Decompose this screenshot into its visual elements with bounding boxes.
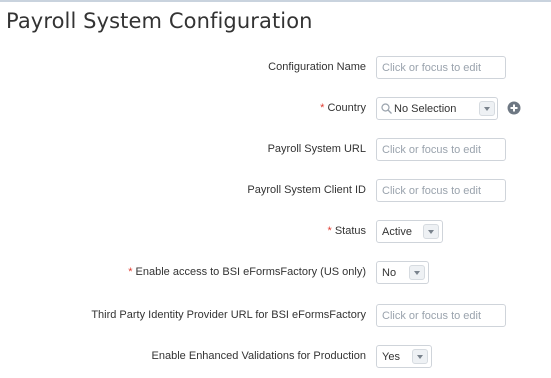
enhanced-validations-label: Enable Enhanced Validations for Producti… (151, 350, 366, 362)
row-idp-url: Third Party Identity Provider URL for BS… (0, 304, 551, 328)
country-label: * Country (320, 102, 366, 114)
status-label: * Status (327, 225, 366, 237)
required-marker: * (128, 266, 133, 278)
page-title: Payroll System Configuration (6, 9, 313, 33)
chevron-down-icon[interactable] (409, 265, 425, 280)
required-marker: * (327, 225, 332, 237)
enhanced-validations-select[interactable]: Yes (376, 345, 432, 368)
bsi-access-value: No (382, 267, 397, 279)
plus-circle-icon[interactable] (507, 101, 521, 115)
row-country: * Country No Selection (0, 97, 551, 121)
top-border (0, 0, 551, 2)
row-enhanced-validations: Enable Enhanced Validations for Producti… (0, 345, 551, 369)
country-select[interactable]: No Selection (376, 97, 498, 120)
configuration-name-label: Configuration Name (268, 61, 366, 73)
chevron-down-icon[interactable] (412, 349, 428, 364)
required-marker: * (320, 102, 325, 114)
country-value: No Selection (394, 103, 457, 115)
row-payroll-system-url: Payroll System URL Click or focus to edi… (0, 138, 551, 162)
chevron-down-icon[interactable] (479, 101, 495, 116)
chevron-down-icon[interactable] (423, 224, 439, 239)
idp-url-label: Third Party Identity Provider URL for BS… (91, 309, 366, 321)
idp-url-input[interactable]: Click or focus to edit (376, 304, 506, 327)
payroll-system-client-id-input[interactable]: Click or focus to edit (376, 179, 506, 202)
search-icon (381, 103, 392, 114)
row-bsi-access: * Enable access to BSI eFormsFactory (US… (0, 261, 551, 285)
bsi-access-select[interactable]: No (376, 261, 429, 284)
row-payroll-system-client-id: Payroll System Client ID Click or focus … (0, 179, 551, 203)
status-value: Active (382, 226, 412, 238)
row-status: * Status Active (0, 220, 551, 244)
payroll-system-url-label: Payroll System URL (267, 143, 366, 155)
payroll-system-client-id-label: Payroll System Client ID (247, 184, 366, 196)
bsi-access-label: * Enable access to BSI eFormsFactory (US… (128, 266, 366, 278)
status-select[interactable]: Active (376, 220, 443, 243)
enhanced-validations-value: Yes (382, 351, 400, 363)
payroll-system-url-input[interactable]: Click or focus to edit (376, 138, 506, 161)
row-configuration-name: Configuration Name Click or focus to edi… (0, 56, 551, 80)
configuration-name-input[interactable]: Click or focus to edit (376, 56, 506, 79)
